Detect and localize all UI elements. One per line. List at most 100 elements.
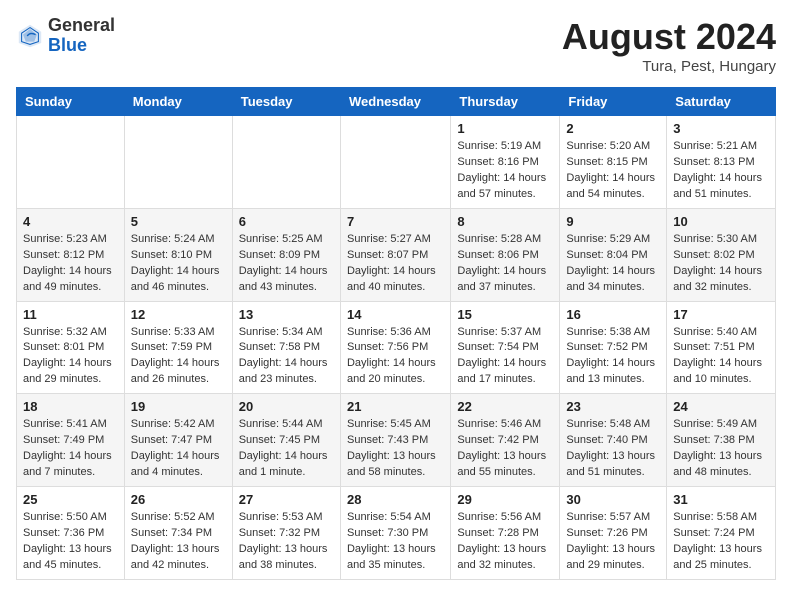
day-number: 27 (239, 492, 334, 507)
day-header-thursday: Thursday (451, 88, 560, 116)
logo-icon (16, 22, 44, 50)
day-info: Sunrise: 5:32 AM Sunset: 8:01 PM Dayligh… (23, 325, 118, 389)
calendar-cell: 26 Sunrise: 5:52 AM Sunset: 7:34 PM Dayli… (124, 487, 232, 580)
day-info: Sunrise: 5:38 AM Sunset: 7:52 PM Dayligh… (566, 325, 660, 389)
day-info: Sunrise: 5:25 AM Sunset: 8:09 PM Dayligh… (239, 232, 334, 296)
calendar-header-row: SundayMondayTuesdayWednesdayThursdayFrid… (17, 88, 776, 116)
day-number: 30 (566, 492, 660, 507)
day-info: Sunrise: 5:27 AM Sunset: 8:07 PM Dayligh… (347, 232, 444, 296)
calendar-cell: 11 Sunrise: 5:32 AM Sunset: 8:01 PM Dayli… (17, 301, 125, 394)
day-info: Sunrise: 5:28 AM Sunset: 8:06 PM Dayligh… (457, 232, 553, 296)
day-number: 7 (347, 214, 444, 229)
title-block: August 2024 Tura, Pest, Hungary (562, 16, 776, 75)
day-info: Sunrise: 5:24 AM Sunset: 8:10 PM Dayligh… (131, 232, 226, 296)
calendar-cell: 13 Sunrise: 5:34 AM Sunset: 7:58 PM Dayli… (232, 301, 340, 394)
calendar-cell: 7 Sunrise: 5:27 AM Sunset: 8:07 PM Daylig… (340, 208, 450, 301)
logo: General Blue (16, 16, 115, 56)
calendar-cell: 18 Sunrise: 5:41 AM Sunset: 7:49 PM Dayli… (17, 394, 125, 487)
day-info: Sunrise: 5:58 AM Sunset: 7:24 PM Dayligh… (673, 510, 769, 574)
day-number: 31 (673, 492, 769, 507)
calendar-cell: 2Sunrise: 5:20 AM Sunset: 8:15 PM Daylig… (560, 116, 667, 209)
day-info: Sunrise: 5:50 AM Sunset: 7:36 PM Dayligh… (23, 510, 118, 574)
day-number: 2 (566, 121, 660, 136)
calendar-cell: 24 Sunrise: 5:49 AM Sunset: 7:38 PM Dayli… (667, 394, 776, 487)
day-number: 1 (457, 121, 553, 136)
day-number: 25 (23, 492, 118, 507)
calendar-table: SundayMondayTuesdayWednesdayThursdayFrid… (16, 87, 776, 580)
day-info: Sunrise: 5:34 AM Sunset: 7:58 PM Dayligh… (239, 325, 334, 389)
day-header-friday: Friday (560, 88, 667, 116)
day-info: Sunrise: 5:48 AM Sunset: 7:40 PM Dayligh… (566, 417, 660, 481)
month-year: August 2024 (562, 16, 776, 58)
calendar-cell: 4Sunrise: 5:23 AM Sunset: 8:12 PM Daylig… (17, 208, 125, 301)
calendar-cell: 19Sunrise: 5:42 AM Sunset: 7:47 PM Dayli… (124, 394, 232, 487)
calendar-week-row: 11 Sunrise: 5:32 AM Sunset: 8:01 PM Dayli… (17, 301, 776, 394)
day-number: 18 (23, 399, 118, 414)
logo-text: General Blue (48, 16, 115, 56)
logo-blue: Blue (48, 36, 115, 56)
logo-general: General (48, 16, 115, 36)
calendar-cell: 17 Sunrise: 5:40 AM Sunset: 7:51 PM Dayli… (667, 301, 776, 394)
calendar-cell: 9 Sunrise: 5:29 AM Sunset: 8:04 PM Daylig… (560, 208, 667, 301)
calendar-cell (124, 116, 232, 209)
day-number: 8 (457, 214, 553, 229)
calendar-week-row: 25 Sunrise: 5:50 AM Sunset: 7:36 PM Dayli… (17, 487, 776, 580)
calendar-cell: 31 Sunrise: 5:58 AM Sunset: 7:24 PM Dayli… (667, 487, 776, 580)
calendar-cell: 21 Sunrise: 5:45 AM Sunset: 7:43 PM Dayli… (340, 394, 450, 487)
calendar-week-row: 1 Sunrise: 5:19 AM Sunset: 8:16 PM Daylig… (17, 116, 776, 209)
day-info: Sunrise: 5:57 AM Sunset: 7:26 PM Dayligh… (566, 510, 660, 574)
day-number: 28 (347, 492, 444, 507)
day-info: Sunrise: 5:41 AM Sunset: 7:49 PM Dayligh… (23, 417, 118, 481)
day-number: 11 (23, 307, 118, 322)
calendar-cell: 1 Sunrise: 5:19 AM Sunset: 8:16 PM Daylig… (451, 116, 560, 209)
day-number: 14 (347, 307, 444, 322)
calendar-cell: 8 Sunrise: 5:28 AM Sunset: 8:06 PM Daylig… (451, 208, 560, 301)
day-info: Sunrise: 5:23 AM Sunset: 8:12 PM Dayligh… (23, 232, 118, 296)
calendar-cell: 27Sunrise: 5:53 AM Sunset: 7:32 PM Dayli… (232, 487, 340, 580)
day-number: 9 (566, 214, 660, 229)
day-number: 16 (566, 307, 660, 322)
day-header-saturday: Saturday (667, 88, 776, 116)
day-number: 23 (566, 399, 660, 414)
calendar-cell (340, 116, 450, 209)
calendar-cell: 30 Sunrise: 5:57 AM Sunset: 7:26 PM Dayli… (560, 487, 667, 580)
calendar-cell (17, 116, 125, 209)
calendar-cell: 3 Sunrise: 5:21 AM Sunset: 8:13 PM Daylig… (667, 116, 776, 209)
day-info: Sunrise: 5:29 AM Sunset: 8:04 PM Dayligh… (566, 232, 660, 296)
day-number: 17 (673, 307, 769, 322)
day-info: Sunrise: 5:56 AM Sunset: 7:28 PM Dayligh… (457, 510, 553, 574)
day-number: 6 (239, 214, 334, 229)
calendar-cell: 6 Sunrise: 5:25 AM Sunset: 8:09 PM Daylig… (232, 208, 340, 301)
day-info: Sunrise: 5:54 AM Sunset: 7:30 PM Dayligh… (347, 510, 444, 574)
day-info: Sunrise: 5:52 AM Sunset: 7:34 PM Dayligh… (131, 510, 226, 574)
calendar-cell: 29Sunrise: 5:56 AM Sunset: 7:28 PM Dayli… (451, 487, 560, 580)
day-header-sunday: Sunday (17, 88, 125, 116)
day-info: Sunrise: 5:49 AM Sunset: 7:38 PM Dayligh… (673, 417, 769, 481)
day-number: 13 (239, 307, 334, 322)
calendar-cell: 10Sunrise: 5:30 AM Sunset: 8:02 PM Dayli… (667, 208, 776, 301)
day-header-wednesday: Wednesday (340, 88, 450, 116)
calendar-cell: 15Sunrise: 5:37 AM Sunset: 7:54 PM Dayli… (451, 301, 560, 394)
calendar-week-row: 4Sunrise: 5:23 AM Sunset: 8:12 PM Daylig… (17, 208, 776, 301)
day-info: Sunrise: 5:33 AM Sunset: 7:59 PM Dayligh… (131, 325, 226, 389)
day-header-monday: Monday (124, 88, 232, 116)
day-number: 5 (131, 214, 226, 229)
calendar-cell: 16 Sunrise: 5:38 AM Sunset: 7:52 PM Dayli… (560, 301, 667, 394)
day-info: Sunrise: 5:30 AM Sunset: 8:02 PM Dayligh… (673, 232, 769, 296)
calendar-cell: 25 Sunrise: 5:50 AM Sunset: 7:36 PM Dayli… (17, 487, 125, 580)
day-number: 20 (239, 399, 334, 414)
day-info: Sunrise: 5:21 AM Sunset: 8:13 PM Dayligh… (673, 139, 769, 203)
day-info: Sunrise: 5:44 AM Sunset: 7:45 PM Dayligh… (239, 417, 334, 481)
day-number: 3 (673, 121, 769, 136)
calendar-cell (232, 116, 340, 209)
day-info: Sunrise: 5:40 AM Sunset: 7:51 PM Dayligh… (673, 325, 769, 389)
day-info: Sunrise: 5:19 AM Sunset: 8:16 PM Dayligh… (457, 139, 553, 203)
page-header: General Blue August 2024 Tura, Pest, Hun… (16, 16, 776, 75)
day-number: 26 (131, 492, 226, 507)
day-number: 19 (131, 399, 226, 414)
location: Tura, Pest, Hungary (562, 58, 776, 75)
day-info: Sunrise: 5:45 AM Sunset: 7:43 PM Dayligh… (347, 417, 444, 481)
day-number: 24 (673, 399, 769, 414)
day-number: 21 (347, 399, 444, 414)
day-number: 12 (131, 307, 226, 322)
